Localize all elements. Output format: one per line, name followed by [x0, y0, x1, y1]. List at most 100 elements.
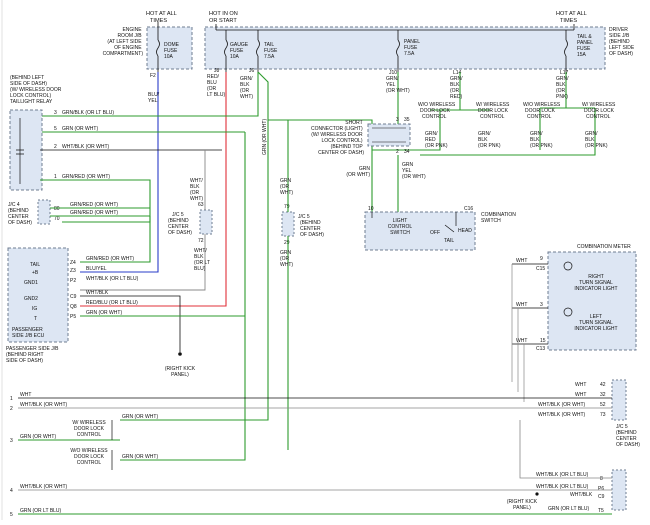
pin-t5: T5 — [598, 508, 604, 514]
pin-63: 63 — [198, 202, 204, 208]
relay-pin-1: 1 — [54, 174, 57, 180]
pin-15: 15 — [540, 338, 546, 344]
jb-plusb: +B — [32, 270, 39, 276]
label-sc-c: GRN/BLK (OR PNK) — [478, 131, 501, 149]
label-grn-wht-vertical: GRN (OR WHT) — [262, 119, 268, 155]
label-z3: BLU/YEL — [86, 266, 107, 272]
pin-80: 80 — [54, 206, 60, 212]
label-bot-4: WHT/BLK (OR WHT) — [20, 484, 68, 490]
label-jb-d: GRN (OR LT BLU) — [548, 506, 590, 512]
hot-all-times-left: HOT AT ALL TIMES — [146, 11, 177, 24]
pin-c13: C13 — [536, 346, 545, 352]
pin-j6: J6 — [249, 68, 255, 74]
label-w4: GRN/RED (OR WHT) — [62, 174, 110, 180]
label-w80: GRN/RED (OR WHT) — [70, 202, 118, 208]
label-sc-b: GRN/RED (OR PNK) — [425, 131, 448, 149]
label-sc-e: GRN/BLK (OR PNK) — [585, 131, 608, 149]
taillight-relay-label: (BEHIND LEFT SIDE OF DASH) (W/ WIRELESS … — [10, 75, 63, 105]
label-p5: GRN (OR WHT) — [86, 310, 122, 316]
combination-switch-label: COMBINATION SWITCH — [481, 212, 516, 224]
pin-f2: F2 — [150, 73, 156, 79]
pin-10-lcs: 10 — [368, 206, 374, 212]
engine-room-jb-label: ENGINE ROOM J/B (AT LEFT SIDE OF ENGINE … — [103, 27, 144, 57]
pin-72: 72 — [198, 238, 204, 244]
ground-right-kick — [178, 352, 182, 356]
label-jc5b-73: WHT/BLK (OR WHT) — [538, 412, 586, 418]
jb-t: T — [34, 316, 37, 322]
relay-pin-2: 2 — [54, 144, 57, 150]
label-sc-left: GRN (OR WHT) — [346, 166, 370, 178]
label-red-blu: RED/BLU (OR LT BLU) — [207, 74, 225, 98]
bottom-jb-box — [611, 469, 627, 511]
pin-73: 73 — [600, 412, 606, 418]
label-l17-wire: GRN/BLK (OR PNK) — [556, 76, 569, 100]
pin-3-cm: 3 — [540, 302, 543, 308]
jb-num-c9: C9 — [70, 294, 77, 300]
door-lock-label-3: W/O WIRELESS DOOR LOCK CONTROL — [523, 102, 561, 120]
label-sc-right: GRN YEL (OR WHT) — [402, 162, 426, 180]
label-q8: RED/BLU (OR LT BLU) — [86, 300, 138, 306]
jc5-box-b — [281, 211, 295, 237]
jc4-label: J/C 4 (BEHIND CENTER OF DASH) — [8, 202, 32, 226]
jb-num-z4: Z4 — [70, 260, 76, 266]
driver-side-jb-label: DRIVER SIDE J/B (BEHIND LEFT SIDE OF DAS… — [609, 27, 636, 57]
right-kick-label-2: (RIGHT KICK PANEL) — [507, 499, 538, 511]
label-grn-wht-29: GRN (OR WHT) — [280, 250, 293, 268]
label-bot-3: GRN (OR WHT) — [20, 434, 56, 440]
label-bot-1: WHT — [20, 392, 31, 398]
pin-p6: P6 — [598, 486, 604, 492]
label-cm-wht-2: WHT — [516, 302, 527, 308]
jb-num-q8: Q8 — [70, 304, 77, 310]
switch-tail: TAIL — [444, 238, 454, 244]
pin-c9-bottom: C9 — [598, 494, 605, 500]
jb-ig: IG — [32, 306, 37, 312]
jc5-box-a — [199, 209, 213, 235]
relay-pin-5: 5 — [54, 126, 57, 132]
left-number-3: 3 — [10, 438, 13, 444]
label-sc-d: GRN/BLK (OR PNK) — [530, 131, 553, 149]
short-connector-box — [367, 123, 411, 147]
label-jb-a: WHT/BLK (OR LT BLU) — [536, 472, 589, 478]
wire-blu-yel — [80, 72, 159, 273]
pin-35-sc: 35 — [404, 117, 410, 123]
jc4-box — [37, 199, 51, 225]
wireless-lock-label-1: W/ WIRELESS DOOR LOCK CONTROL — [72, 420, 106, 438]
jb-num-p5: P5 — [70, 314, 76, 320]
wiring-diagram: HOT AT ALL TIMES HOT IN ON OR START HOT AT… — [1, 0, 640, 520]
label-cm-wht-1: WHT — [516, 258, 527, 264]
pin-9: 9 — [540, 256, 543, 262]
jc5-label-c: J/C 5 (BEHIND CENTER OF DASH) — [616, 424, 640, 448]
relay-pin-3: 3 — [54, 110, 57, 116]
jb-num-z3: Z3 — [70, 268, 76, 274]
label-w1: GRN/BLK (OR LT BLU) — [62, 110, 114, 116]
label-w70: GRN/RED (OR WHT) — [70, 210, 118, 216]
label-z4: GRN/RED (OR WHT) — [86, 256, 134, 262]
label-jc5b-42: WHT — [575, 382, 586, 388]
taillight-relay-box — [9, 109, 43, 191]
jb-gnd1: GND1 — [24, 280, 38, 286]
door-lock-label-2: W/ WIRELESS DOOR LOCK CONTROL — [476, 102, 510, 120]
ground-right-kick-2 — [535, 492, 539, 496]
switch-off: OFF — [430, 230, 440, 236]
pin-8: 8 — [600, 476, 603, 482]
pin-c15: C15 — [536, 266, 545, 272]
short-connector-label: SHORT CONNECTOR (LIGHT) (W/ WIRELESS DOO… — [311, 120, 364, 156]
label-wl-2: GRN (OR WHT) — [122, 454, 158, 460]
jc5-label-b: J/C 5 (BEHIND CENTER OF DASH) — [298, 214, 324, 238]
pin-32: 32 — [600, 392, 606, 398]
jc5-label-a: J/C 5 (BEHIND CENTER OF DASH) — [168, 212, 192, 236]
right-kick-label: (RIGHT KICK PANEL) — [165, 366, 196, 378]
switch-head: HEAD — [458, 228, 472, 234]
wireless-lock-label-2: W/O WIRELESS DOOR LOCK CONTROL — [70, 448, 108, 466]
pin-29: 29 — [284, 240, 290, 246]
label-jb-c: WHT/BLK — [570, 492, 593, 498]
pin-52: 52 — [600, 402, 606, 408]
label-jc5b-52: WHT/BLK (OR WHT) — [538, 402, 586, 408]
label-jb-b: WHT/BLK (OR LT BLU) — [536, 484, 589, 490]
label-p2w: WHT/BLK (OR LT BLU) — [86, 276, 139, 282]
left-number-2: 2 — [10, 406, 13, 412]
label-bot-5: GRN (OR LT BLU) — [20, 508, 62, 514]
jb-gnd2: GND2 — [24, 296, 38, 302]
jc5-box-c — [611, 379, 627, 421]
label-w2: GRN (OR WHT) — [62, 126, 98, 132]
